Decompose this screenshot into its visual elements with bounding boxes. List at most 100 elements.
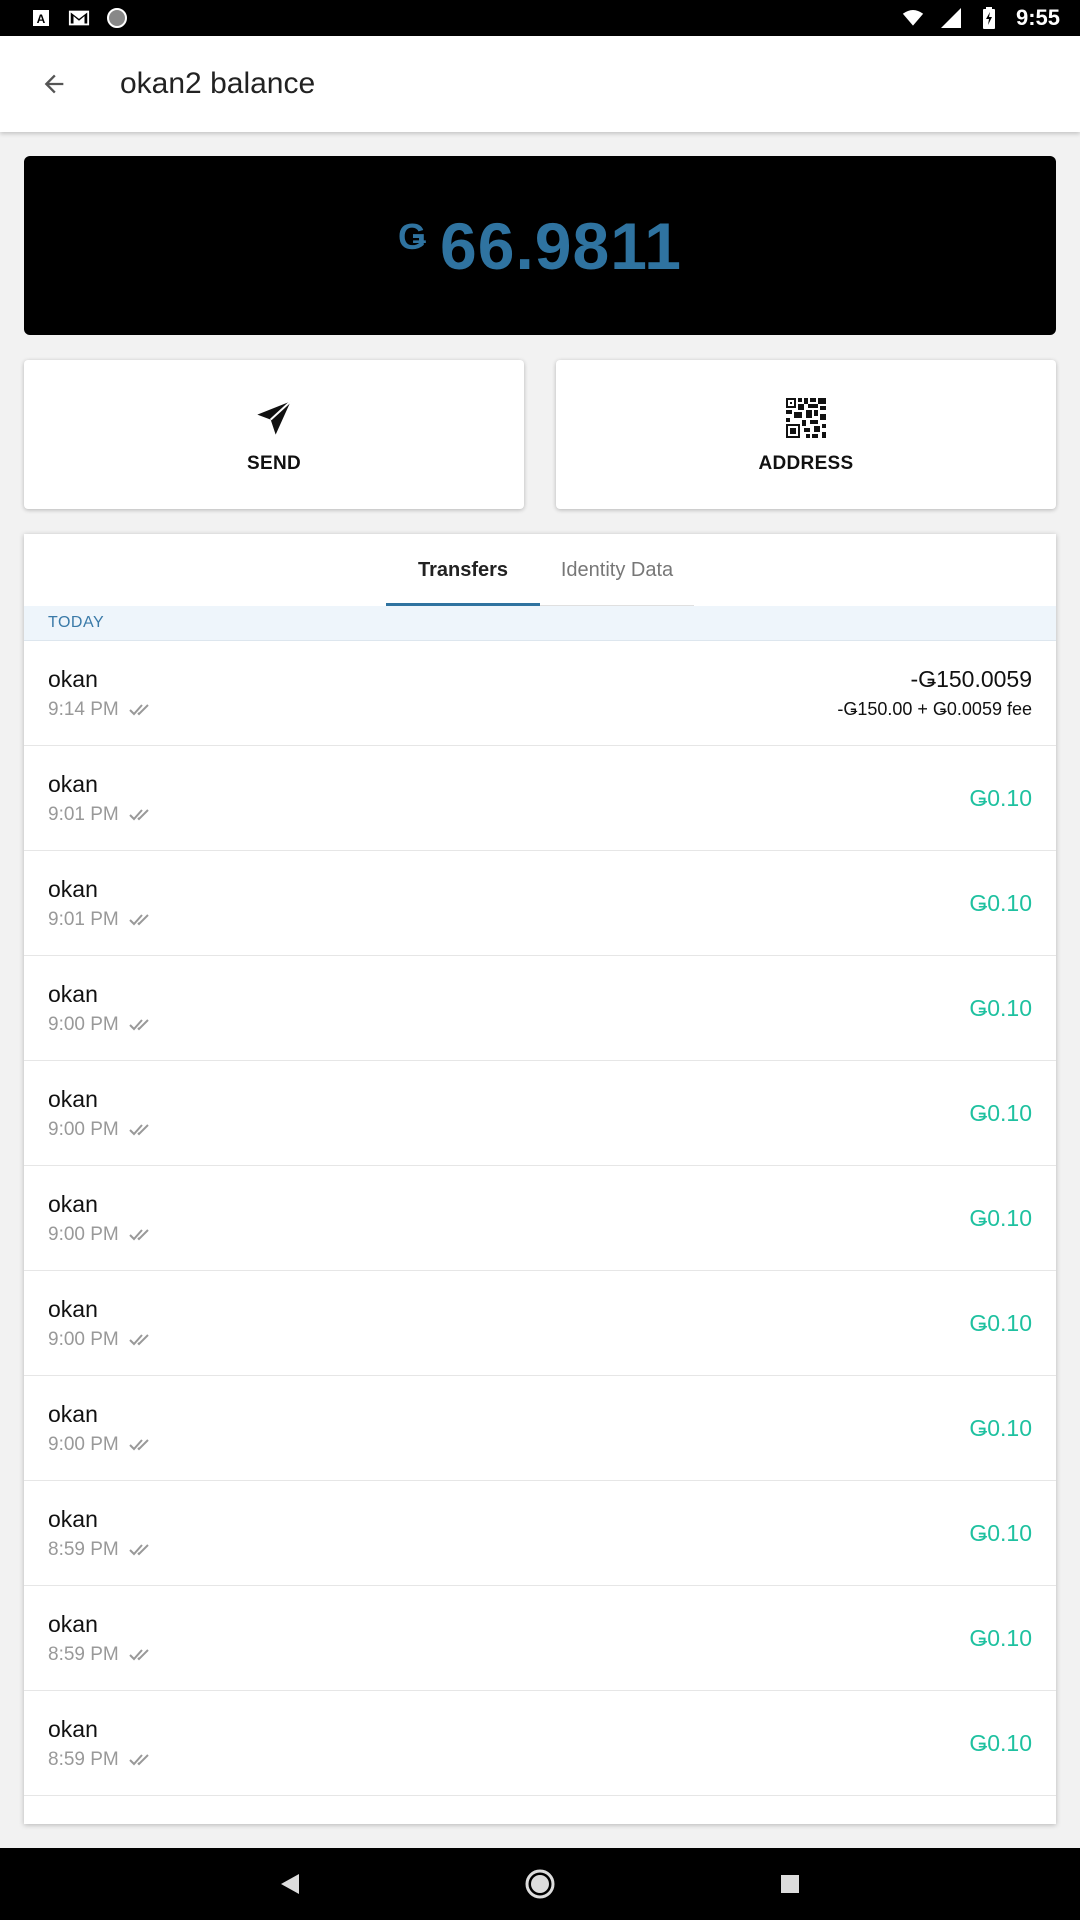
transaction-time: 9:00 PM — [48, 1223, 119, 1245]
transactions-panel: Transfers Identity Data TODAY okan 9:14 P… — [24, 534, 1056, 1824]
transaction-row[interactable]: okan 8:59 PM Ǥ0.10 — [24, 1586, 1056, 1691]
double-check-icon — [129, 1123, 153, 1137]
transaction-row[interactable]: okan 9:00 PM Ǥ0.10 — [24, 1376, 1056, 1481]
transaction-time: 9:01 PM — [48, 803, 119, 825]
transaction-row[interactable]: okan 9:01 PM Ǥ0.10 — [24, 746, 1056, 851]
transaction-amounts: Ǥ0.10 — [969, 1205, 1032, 1232]
transaction-amount: Ǥ0.10 — [969, 1309, 1032, 1336]
transaction-amounts: Ǥ0.10 — [969, 1730, 1032, 1757]
transaction-meta: 9:00 PM — [48, 1119, 153, 1141]
double-check-icon — [129, 1438, 153, 1452]
transaction-row[interactable]: okan 8:59 PM Ǥ0.10 — [24, 1481, 1056, 1586]
transaction-amount: Ǥ0.10 — [969, 1414, 1032, 1441]
nav-home-button[interactable] — [520, 1864, 560, 1904]
transaction-meta: 8:59 PM — [48, 1749, 153, 1771]
double-check-icon — [129, 1648, 153, 1662]
tab-bar: Transfers Identity Data — [24, 534, 1056, 606]
transaction-name: okan — [48, 1400, 98, 1427]
page-title: okan2 balance — [120, 67, 316, 100]
double-check-icon — [129, 913, 153, 927]
transaction-name: okan — [48, 1715, 98, 1742]
transaction-row[interactable]: okan 8:59 PM Ǥ0.10 — [24, 1691, 1056, 1796]
transaction-name: okan — [48, 1190, 98, 1217]
font-icon: A — [30, 7, 52, 29]
address-button[interactable]: ADDRESS — [556, 360, 1056, 509]
transaction-name: okan — [48, 1505, 98, 1532]
double-check-icon — [129, 808, 153, 822]
transaction-amounts: Ǥ0.10 — [969, 1100, 1032, 1127]
gmail-icon — [68, 7, 90, 29]
transaction-name: okan — [48, 980, 98, 1007]
send-label: SEND — [247, 452, 301, 474]
tab-transfers[interactable]: Transfers — [386, 534, 540, 606]
transaction-amount: Ǥ0.10 — [969, 1204, 1032, 1231]
transaction-fee-detail: -Ǥ150.00 + Ǥ0.0059 fee — [837, 699, 1032, 719]
transaction-meta: 9:00 PM — [48, 1224, 153, 1246]
status-left: A — [30, 7, 128, 29]
transaction-list: okan 9:14 PM -Ǥ150.0059 -Ǥ150.00 + Ǥ0.0059 … — [24, 641, 1056, 1796]
transaction-info: okan 9:00 PM — [48, 1296, 153, 1351]
transaction-row[interactable]: okan 9:00 PM Ǥ0.10 — [24, 956, 1056, 1061]
nav-back-button[interactable] — [270, 1864, 310, 1904]
transaction-amounts: Ǥ0.10 — [969, 890, 1032, 917]
transaction-name: okan — [48, 665, 98, 692]
navigation-bar — [0, 1848, 1080, 1920]
signal-icon — [940, 7, 962, 29]
currency-symbol: Ǥ — [398, 216, 427, 257]
transaction-row[interactable]: okan 9:00 PM Ǥ0.10 — [24, 1061, 1056, 1166]
transaction-info: okan 8:59 PM — [48, 1611, 153, 1666]
transaction-info: okan 8:59 PM — [48, 1506, 153, 1561]
transaction-amount: Ǥ0.10 — [969, 1624, 1032, 1651]
transaction-info: okan 9:00 PM — [48, 1086, 153, 1141]
double-check-icon — [129, 1543, 153, 1557]
tab-identity-data[interactable]: Identity Data — [540, 534, 694, 606]
svg-text:A: A — [37, 12, 46, 26]
arrow-back-icon — [44, 74, 64, 94]
transaction-amount: Ǥ0.10 — [969, 994, 1032, 1021]
transaction-name: okan — [48, 875, 98, 902]
transaction-name: okan — [48, 1610, 98, 1637]
double-check-icon — [129, 1018, 153, 1032]
nav-back-icon — [281, 1874, 299, 1894]
transaction-row[interactable]: okan 9:14 PM -Ǥ150.0059 -Ǥ150.00 + Ǥ0.0059 … — [24, 641, 1056, 746]
transaction-row[interactable]: okan 9:00 PM Ǥ0.10 — [24, 1271, 1056, 1376]
double-check-icon — [129, 1753, 153, 1767]
transaction-amount: Ǥ0.10 — [969, 784, 1032, 811]
send-button[interactable]: SEND — [24, 360, 524, 509]
double-check-icon — [129, 1228, 153, 1242]
transaction-time: 9:00 PM — [48, 1118, 119, 1140]
app-bar: okan2 balance — [0, 36, 1080, 132]
transaction-row[interactable]: okan 9:00 PM Ǥ0.10 — [24, 1166, 1056, 1271]
paper-plane-icon — [251, 395, 297, 441]
transaction-meta: 9:01 PM — [48, 909, 153, 931]
wifi-icon — [902, 7, 924, 29]
transaction-row[interactable]: okan 9:01 PM Ǥ0.10 — [24, 851, 1056, 956]
double-check-icon — [129, 1333, 153, 1347]
double-check-icon — [129, 703, 153, 717]
transaction-info: okan 9:00 PM — [48, 1401, 153, 1456]
transaction-info: okan 9:00 PM — [48, 1191, 153, 1246]
transaction-amount: -Ǥ150.0059 — [910, 666, 1032, 692]
transaction-name: okan — [48, 770, 98, 797]
transaction-meta: 9:00 PM — [48, 1434, 153, 1456]
balance-value: 66.9811 — [440, 208, 682, 283]
transaction-amounts: Ǥ0.10 — [969, 785, 1032, 812]
nav-recents-button[interactable] — [770, 1864, 810, 1904]
status-bar: A 9:55 — [0, 0, 1080, 36]
transaction-name: okan — [48, 1085, 98, 1112]
transaction-meta: 9:14 PM — [48, 699, 153, 721]
address-label: ADDRESS — [758, 452, 854, 474]
battery-icon — [978, 7, 1000, 29]
transaction-time: 8:59 PM — [48, 1538, 119, 1560]
nav-home-icon — [525, 1869, 555, 1899]
transaction-time: 9:14 PM — [48, 698, 119, 720]
transaction-info: okan 9:14 PM — [48, 666, 153, 721]
transaction-info: okan 9:01 PM — [48, 771, 153, 826]
circle-icon — [106, 7, 128, 29]
transaction-info: okan 9:00 PM — [48, 981, 153, 1036]
transaction-amounts: Ǥ0.10 — [969, 1415, 1032, 1442]
back-button[interactable] — [24, 54, 84, 114]
nav-recents-icon — [781, 1875, 799, 1893]
transaction-amount: Ǥ0.10 — [969, 889, 1032, 916]
transaction-time: 9:00 PM — [48, 1013, 119, 1035]
